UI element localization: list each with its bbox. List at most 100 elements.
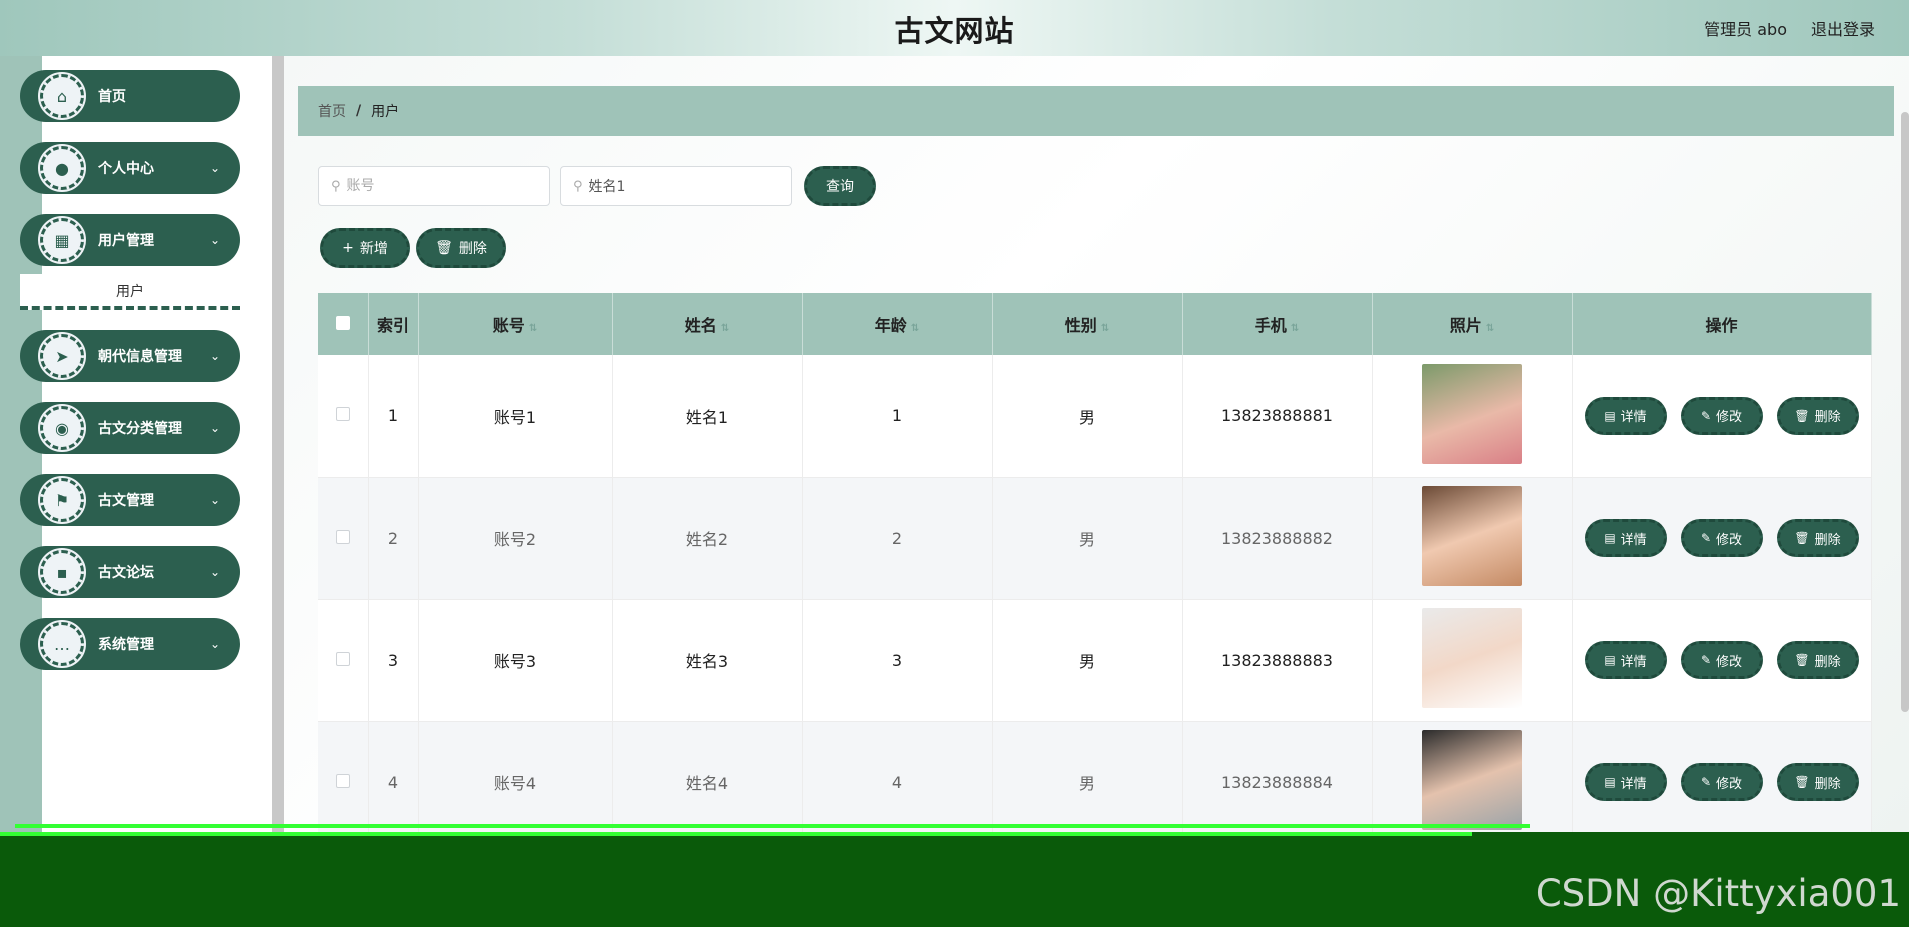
row-checkbox[interactable]: [335, 529, 350, 544]
row-select-cell[interactable]: [318, 599, 369, 722]
cell-index: 2: [368, 477, 419, 600]
sidebar-item-personal-center[interactable]: ● 个人中心 ⌄: [20, 142, 240, 194]
column-label: 照片: [1449, 316, 1482, 335]
edit-label: 修改: [1716, 654, 1743, 670]
account-search-input[interactable]: [346, 178, 527, 194]
send-icon: ➤: [38, 332, 86, 380]
sort-icon[interactable]: ⇅: [1486, 323, 1494, 334]
detail-button[interactable]: ▤ 详情: [1584, 641, 1667, 679]
row-checkbox[interactable]: [335, 773, 350, 788]
delete-button[interactable]: 🗑 删除: [1776, 641, 1859, 679]
query-button[interactable]: 查询: [804, 166, 876, 206]
row-select-cell[interactable]: [318, 355, 369, 478]
sidebar-item-text-management[interactable]: ⚑ 古文管理 ⌄: [20, 474, 240, 526]
sidebar-item-forum[interactable]: ▪ 古文论坛 ⌄: [20, 546, 240, 598]
column-account[interactable]: 账号 ⇅: [418, 293, 613, 355]
sidebar-item-label: 用户管理: [98, 233, 154, 249]
user-photo[interactable]: [1422, 363, 1522, 464]
table-row: 2 账号2 姓名2 2 男 13823888882 ▤ 详情 ✎ 修改 🗑 删除: [318, 477, 1872, 600]
detail-button[interactable]: ▤ 详情: [1584, 763, 1667, 801]
breadcrumb-current: 用户: [371, 104, 400, 120]
cell-photo: [1372, 599, 1573, 722]
row-checkbox[interactable]: [335, 651, 350, 666]
user-photo[interactable]: [1422, 608, 1522, 708]
sort-icon[interactable]: ⇅: [1101, 323, 1109, 334]
chevron-down-icon: ⌄: [209, 637, 220, 651]
sort-icon[interactable]: ⇅: [529, 323, 537, 334]
cell-account: 账号1: [418, 355, 613, 478]
cell-gender: 男: [992, 477, 1183, 600]
document-icon: ▤: [1604, 653, 1616, 667]
detail-button[interactable]: ▤ 详情: [1584, 396, 1667, 435]
document-icon: ▤: [1604, 775, 1616, 789]
sidebar-item-category-management[interactable]: ◉ 古文分类管理 ⌄: [20, 402, 240, 454]
column-age[interactable]: 年龄 ⇅: [802, 293, 993, 355]
column-gender[interactable]: 性别 ⇅: [992, 293, 1183, 355]
select-all-checkbox[interactable]: [335, 315, 350, 330]
sort-icon[interactable]: ⇅: [1291, 323, 1299, 334]
pencil-icon: ✎: [1700, 653, 1712, 667]
detail-button[interactable]: ▤ 详情: [1584, 519, 1667, 557]
plus-icon: +: [342, 240, 354, 256]
main-content: 首页 / 用户 ⚲ ⚲ 查询 + 新增 🗑 删除 索引 账号 ⇅: [284, 56, 1909, 844]
document-icon: ▤: [1604, 408, 1616, 423]
sidebar-item-system-management[interactable]: … 系统管理 ⌄: [20, 618, 240, 670]
edit-button[interactable]: ✎ 修改: [1680, 763, 1763, 801]
column-name[interactable]: 姓名 ⇅: [612, 293, 803, 355]
batch-delete-label: 删除: [458, 241, 487, 257]
batch-delete-button[interactable]: 🗑 删除: [416, 228, 506, 268]
flag-icon: ⚑: [38, 476, 86, 524]
column-phone[interactable]: 手机 ⇅: [1182, 293, 1373, 355]
site-title: 古文网站: [894, 14, 1015, 48]
breadcrumb-home[interactable]: 首页: [318, 101, 346, 121]
sidebar-item-label: 古文管理: [98, 493, 154, 509]
select-all-cell[interactable]: [318, 293, 369, 355]
account-search-field[interactable]: ⚲: [318, 166, 550, 206]
column-photo[interactable]: 照片 ⇅: [1372, 293, 1573, 355]
user-photo[interactable]: [1422, 730, 1522, 830]
delete-button[interactable]: 🗑 删除: [1776, 519, 1859, 557]
cell-age: 1: [802, 355, 993, 478]
cell-phone: 13823888881: [1182, 355, 1373, 478]
vertical-scrollbar[interactable]: [1901, 112, 1909, 712]
cell-account: 账号2: [418, 477, 613, 600]
trash-icon: 🗑: [1794, 531, 1810, 545]
cell-age: 3: [802, 599, 993, 722]
sidebar-item-label: 古文论坛: [98, 565, 154, 581]
sidebar-item-user-management[interactable]: ▦ 用户管理 ⌄: [20, 214, 240, 266]
row-select-cell[interactable]: [318, 477, 369, 600]
row-checkbox[interactable]: [335, 407, 350, 422]
grid-icon: ▦: [38, 216, 86, 264]
table-row: 1 账号1 姓名1 1 男 13823888881 ▤ 详情 ✎ 修改 🗑 删除: [318, 355, 1872, 478]
sort-icon[interactable]: ⇅: [721, 323, 729, 334]
header-user-area: 管理员 abo 退出登录: [1704, 16, 1875, 40]
add-button[interactable]: + 新增: [320, 228, 410, 268]
column-label: 手机: [1254, 316, 1287, 335]
sidebar-item-dynasty-management[interactable]: ➤ 朝代信息管理 ⌄: [20, 330, 240, 382]
sidebar-item-label: 古文分类管理: [98, 421, 182, 437]
sidebar-item-home[interactable]: ⌂ 首页: [20, 70, 240, 122]
edit-button[interactable]: ✎ 修改: [1680, 396, 1763, 435]
name-search-input[interactable]: [588, 178, 769, 194]
delete-label: 删除: [1814, 532, 1841, 548]
user-photo[interactable]: [1422, 486, 1522, 586]
logout-link[interactable]: 退出登录: [1811, 16, 1875, 40]
edit-button[interactable]: ✎ 修改: [1680, 641, 1763, 679]
search-icon: ⚲: [573, 178, 583, 194]
search-icon: ⚲: [331, 178, 341, 194]
table-row: 3 账号3 姓名3 3 男 13823888883 ▤ 详情 ✎ 修改 🗑 删除: [318, 599, 1872, 722]
cell-ops: ▤ 详情 ✎ 修改 🗑 删除: [1572, 599, 1872, 722]
name-search-field[interactable]: ⚲: [560, 166, 792, 206]
sidebar-subitem-users[interactable]: 用户: [20, 274, 240, 310]
sort-icon[interactable]: ⇅: [911, 323, 919, 334]
cell-phone: 13823888882: [1182, 477, 1373, 600]
edit-label: 修改: [1716, 776, 1743, 792]
edit-button[interactable]: ✎ 修改: [1680, 519, 1763, 557]
cell-gender: 男: [992, 599, 1183, 722]
detail-label: 详情: [1620, 776, 1647, 792]
detail-label: 详情: [1620, 654, 1647, 670]
delete-button[interactable]: 🗑 删除: [1776, 396, 1859, 435]
delete-button[interactable]: 🗑 删除: [1776, 763, 1859, 801]
detail-label: 详情: [1620, 532, 1647, 548]
cell-index: 1: [368, 355, 419, 478]
